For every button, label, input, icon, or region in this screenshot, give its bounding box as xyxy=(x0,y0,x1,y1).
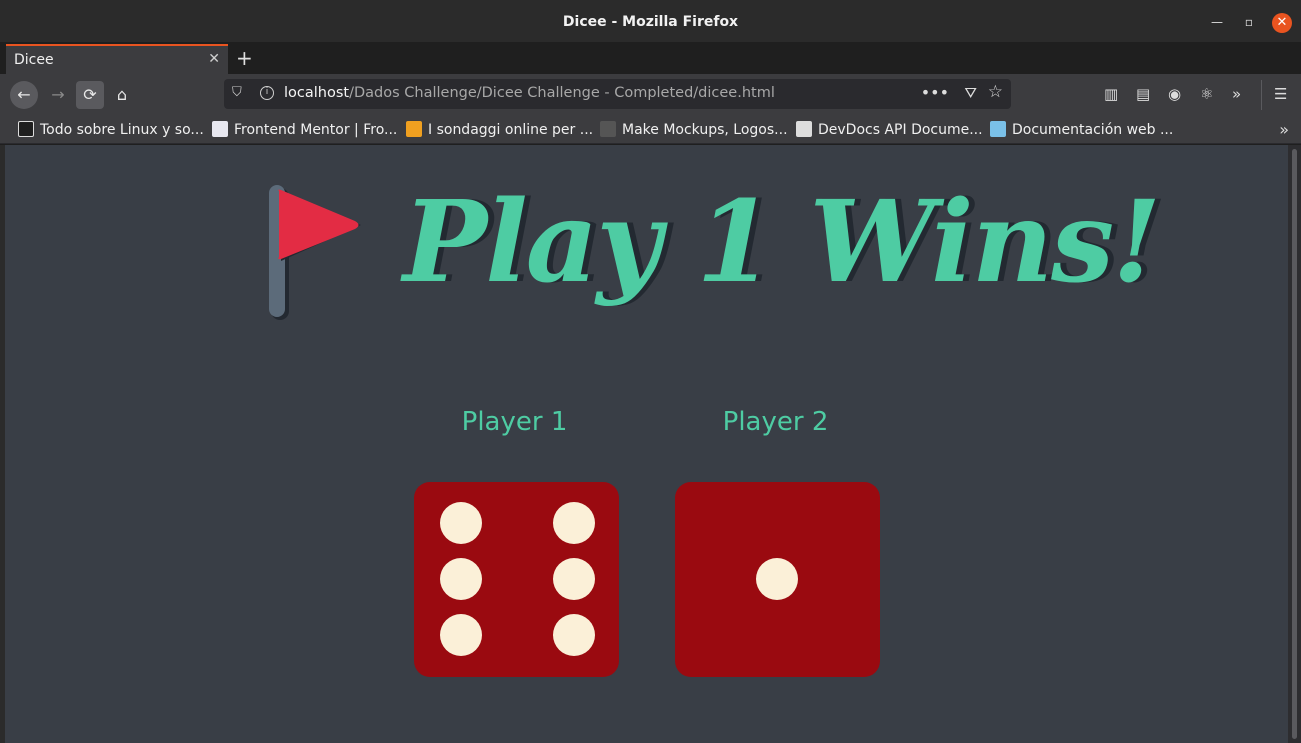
player-1-die xyxy=(414,482,619,677)
minimize-button[interactable]: — xyxy=(1208,13,1226,31)
window-titlebar: Dicee - Mozilla Firefox — ▫ ✕ xyxy=(0,0,1301,44)
surveys-favicon-icon xyxy=(406,121,422,137)
navigation-toolbar: ← → ⟳ ⌂ ⛉ i localhost/Dados Challenge/Di… xyxy=(0,74,1301,116)
sidebar-icon[interactable]: ▤ xyxy=(1136,85,1150,103)
url-bar[interactable]: ⛉ i localhost/Dados Challenge/Dicee Chal… xyxy=(224,79,1011,109)
die-pip xyxy=(756,558,798,600)
die-pip xyxy=(553,502,595,544)
tab-dicee[interactable]: Dicee ✕ xyxy=(6,44,228,74)
back-button[interactable]: ← xyxy=(10,81,38,109)
close-window-button[interactable]: ✕ xyxy=(1272,13,1292,33)
die-pip xyxy=(553,614,595,656)
bookmark-item[interactable]: Frontend Mentor | Fro... xyxy=(212,121,397,138)
mockups-favicon-icon xyxy=(600,121,616,137)
die-pip xyxy=(440,558,482,600)
bookmarks-toolbar: Todo sobre Linux y so... Frontend Mentor… xyxy=(0,116,1301,144)
hamburger-menu-icon[interactable]: ☰ xyxy=(1274,85,1287,103)
bookmark-label: Make Mockups, Logos... xyxy=(622,122,788,138)
react-devtools-icon[interactable]: ⚛ xyxy=(1200,85,1213,103)
account-icon[interactable]: ◉ xyxy=(1168,85,1181,103)
scrollbar-thumb[interactable] xyxy=(1292,149,1297,739)
bookmark-label: Documentación web ... xyxy=(1012,122,1174,138)
tab-strip: Dicee ✕ + xyxy=(0,42,1301,74)
bookmark-label: DevDocs API Docume... xyxy=(818,122,983,138)
bookmark-label: Todo sobre Linux y so... xyxy=(40,122,204,138)
forward-button[interactable]: → xyxy=(44,81,72,109)
bookmark-item[interactable]: I sondaggi online per ... xyxy=(406,121,593,138)
bookmark-star-icon[interactable]: ☆ xyxy=(988,82,1003,102)
tab-close-icon[interactable]: ✕ xyxy=(208,51,220,67)
die-pip xyxy=(440,614,482,656)
mdn-favicon-icon xyxy=(990,121,1006,137)
bookmark-item[interactable]: Make Mockups, Logos... xyxy=(600,121,788,138)
window-title: Dicee - Mozilla Firefox xyxy=(562,14,739,30)
url-text[interactable]: localhost/Dados Challenge/Dicee Challeng… xyxy=(284,85,775,101)
url-path: /Dados Challenge/Dicee Challenge - Compl… xyxy=(349,85,775,101)
toolbar-separator xyxy=(1261,80,1262,110)
tab-title: Dicee xyxy=(14,52,54,68)
linux-favicon-icon xyxy=(18,121,34,137)
page-actions-icon[interactable]: ••• xyxy=(921,83,949,102)
page-content: Play 1 Wins! Player 1 Player 2 xyxy=(5,145,1288,743)
bookmark-label: Frontend Mentor | Fro... xyxy=(234,122,398,138)
maximize-button[interactable]: ▫ xyxy=(1240,13,1258,31)
library-icon[interactable]: ▥ xyxy=(1104,85,1118,103)
vertical-scrollbar[interactable] xyxy=(1288,145,1301,743)
home-button[interactable]: ⌂ xyxy=(108,81,136,109)
pocket-icon[interactable]: ⛛ xyxy=(964,84,977,102)
devdocs-favicon-icon xyxy=(796,121,812,137)
die-pip xyxy=(553,558,595,600)
bookmark-item[interactable]: Documentación web ... xyxy=(990,121,1173,138)
winner-headline: Play 1 Wins! xyxy=(403,177,1161,308)
player-1-label: Player 1 xyxy=(461,407,568,437)
info-icon[interactable]: i xyxy=(260,86,274,100)
frontend-mentor-favicon-icon xyxy=(212,121,228,137)
bookmarks-overflow-icon[interactable]: » xyxy=(1279,120,1289,139)
overflow-menu-icon[interactable]: » xyxy=(1232,85,1241,103)
reload-button[interactable]: ⟳ xyxy=(76,81,104,109)
url-host: localhost xyxy=(284,85,350,101)
bookmark-item[interactable]: Todo sobre Linux y so... xyxy=(18,121,204,138)
bookmark-item[interactable]: DevDocs API Docume... xyxy=(796,121,983,138)
bookmark-label: I sondaggi online per ... xyxy=(428,122,594,138)
new-tab-button[interactable]: + xyxy=(236,46,253,70)
player-2-die xyxy=(675,482,880,677)
die-pip xyxy=(440,502,482,544)
player-2-label: Player 2 xyxy=(722,407,829,437)
flag-icon xyxy=(269,185,361,320)
shield-icon[interactable]: ⛉ xyxy=(232,85,242,100)
